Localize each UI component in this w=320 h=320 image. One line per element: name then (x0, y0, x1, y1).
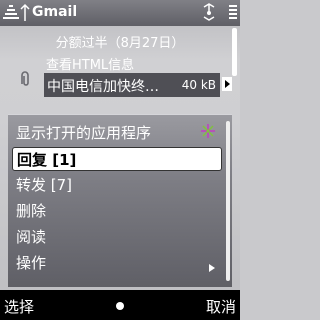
select-softkey[interactable]: 选择 (4, 296, 34, 317)
menu-item-reply[interactable]: 回复 [1] (12, 147, 222, 171)
attachment-subject: 中国电信加快终… (47, 79, 159, 95)
submenu-arrow-icon (209, 264, 215, 272)
view-html-message-item[interactable]: 查看HTML信息 (46, 54, 134, 73)
play-arrow-icon[interactable] (222, 77, 232, 91)
attachment-icon (21, 71, 29, 86)
background-scrollbar[interactable] (232, 28, 237, 76)
menu-item-delete[interactable]: 删除 (8, 199, 222, 223)
status-bar: Gmail (0, 0, 240, 26)
sync-icon (203, 3, 215, 21)
menu-item-forward[interactable]: 转发 [7] (8, 173, 222, 197)
attachment-size: 40 kB (181, 78, 216, 92)
softkey-bar: 选择 取消 (0, 290, 240, 320)
date-header: 分额过半（8月27日） (55, 36, 185, 51)
menu-item-actions[interactable]: 操作 (8, 251, 222, 275)
signal-strength-icon (3, 5, 19, 19)
cancel-softkey[interactable]: 取消 (206, 296, 236, 317)
sparkle-icon (201, 124, 215, 138)
menu-item-show-open-apps[interactable]: 显示打开的应用程序 (8, 121, 222, 145)
center-key-indicator-icon[interactable] (116, 302, 124, 310)
app-title: Gmail (32, 4, 78, 20)
network-icon (20, 3, 30, 21)
battery-icon (229, 5, 237, 19)
menu-item-read[interactable]: 阅读 (8, 225, 222, 249)
options-menu: 显示打开的应用程序 回复 [1] 转发 [7] 删除 阅读 操作 (8, 114, 232, 287)
attachment-item[interactable]: 中国电信加快终… 40 kB (44, 73, 220, 97)
menu-scrollbar[interactable] (226, 121, 230, 281)
